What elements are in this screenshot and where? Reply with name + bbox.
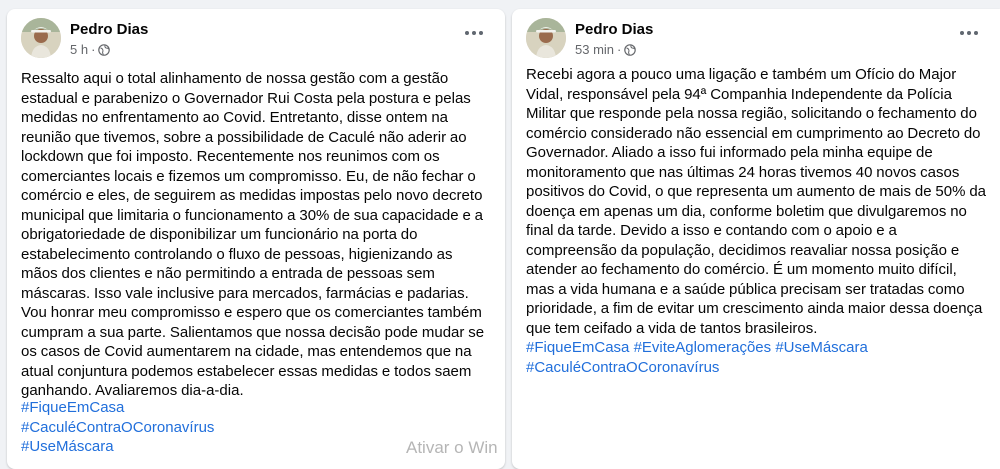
hashtag-link[interactable]: #EviteAglomerações [634, 339, 772, 356]
activation-watermark: Ativar o Win [406, 438, 498, 457]
post-time[interactable]: 5 h [70, 42, 88, 57]
more-options-icon[interactable] [952, 22, 986, 44]
globe-icon [98, 43, 111, 56]
post-text: Recebi agora a pouco uma ligação e també… [526, 66, 987, 337]
avatar[interactable] [526, 18, 566, 58]
hashtag-link[interactable]: #CaculéContraOCoronavírus [21, 419, 214, 436]
post-header: Pedro Dias 53 min · [526, 18, 986, 62]
hashtag-link[interactable]: #FiqueEmCasa [526, 339, 629, 356]
author-name[interactable]: Pedro Dias [70, 21, 148, 38]
post-text: Ressalto aqui o total alinhamento de nos… [21, 70, 485, 399]
hashtag-link[interactable]: #UseMáscara [775, 339, 868, 356]
meta-separator: · [91, 42, 96, 57]
hashtag-link[interactable]: #CaculéContraOCoronavírus [526, 359, 719, 376]
avatar[interactable] [21, 18, 61, 58]
post-time[interactable]: 53 min [575, 42, 614, 57]
more-options-icon[interactable] [457, 22, 491, 44]
hashtag-link[interactable]: #UseMáscara [21, 438, 114, 455]
post-card: Pedro Dias 53 min · Recebi agora a pouco… [512, 9, 1000, 469]
post-header: Pedro Dias 5 h · [21, 18, 491, 62]
globe-icon [624, 43, 637, 56]
post-meta: 5 h · [70, 42, 111, 57]
meta-separator: · [617, 42, 622, 57]
post-meta: 53 min · [575, 42, 637, 57]
author-name[interactable]: Pedro Dias [575, 21, 653, 38]
hashtag-link[interactable]: #FiqueEmCasa [21, 399, 124, 416]
post-card: Pedro Dias 5 h · Ressalto aqui o total a… [7, 9, 505, 469]
hashtag-list: #FiqueEmCasa #EviteAglomerações #UseMásc… [526, 338, 988, 377]
